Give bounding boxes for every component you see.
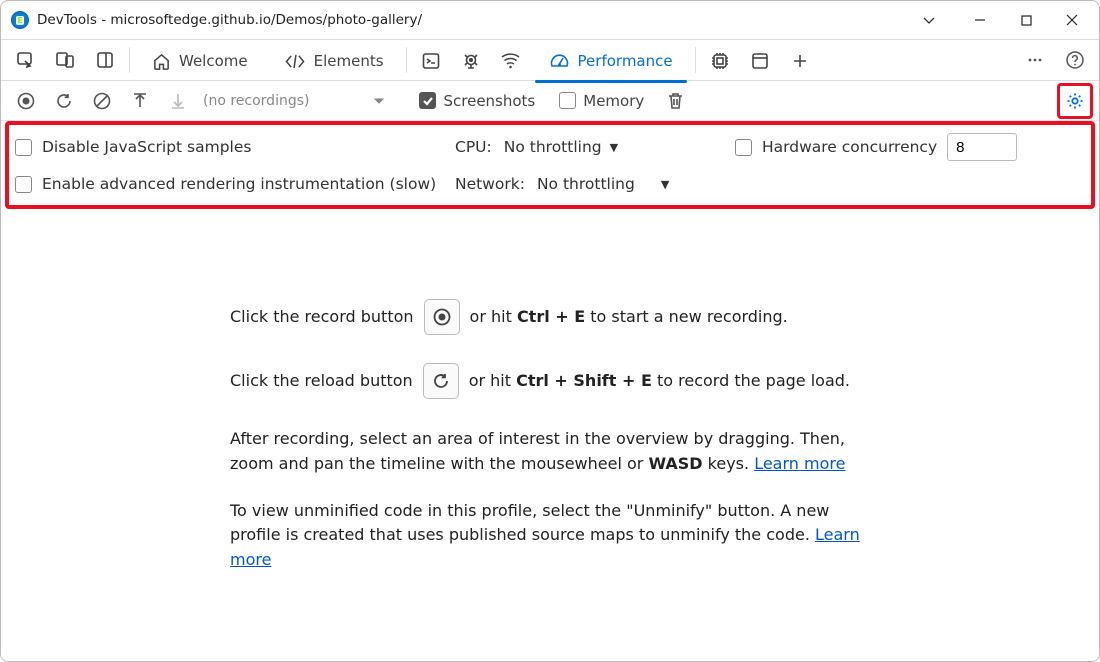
checkbox-unchecked-icon <box>735 139 752 156</box>
titlebar: E DevTools - microsoftedge.github.io/Dem… <box>1 1 1099 39</box>
inspect-icon[interactable] <box>5 39 45 81</box>
tab-welcome[interactable]: Welcome <box>134 40 266 82</box>
window-title: DevTools - microsoftedge.github.io/Demos… <box>37 12 422 28</box>
recordings-dropdown-icon[interactable] <box>373 95 385 107</box>
advanced-rendering-checkbox[interactable]: Enable advanced rendering instrumentatio… <box>15 175 455 193</box>
maximize-button[interactable] <box>1003 4 1049 36</box>
hint-record-icon <box>424 299 460 335</box>
clear-button[interactable] <box>85 84 119 118</box>
disable-js-samples-checkbox[interactable]: Disable JavaScript samples <box>15 138 455 156</box>
performance-landing: Click the record button or hit Ctrl + E … <box>1 209 1099 661</box>
reload-button[interactable] <box>47 84 81 118</box>
hardware-concurrency-checkbox[interactable]: Hardware concurrency <box>735 138 937 156</box>
hint-reload-text-a: Click the reload button <box>230 369 413 394</box>
caret-down-icon: ▼ <box>610 141 618 154</box>
advanced-rendering-label: Enable advanced rendering instrumentatio… <box>42 175 436 193</box>
cpu-label: CPU: <box>455 138 492 156</box>
trash-button[interactable] <box>658 84 692 118</box>
hint-reload-row: Click the reload button or hit Ctrl + Sh… <box>230 363 870 399</box>
network-icon[interactable] <box>491 40 531 82</box>
record-button[interactable] <box>9 84 43 118</box>
checkbox-unchecked-icon <box>559 92 576 109</box>
new-tab-icon[interactable] <box>780 40 820 82</box>
tab-performance-label: Performance <box>578 52 673 70</box>
learn-more-link[interactable]: Learn more <box>754 454 845 473</box>
network-throttling-select[interactable]: Network: No throttling ▼ <box>455 175 735 193</box>
memory-checkbox[interactable]: Memory <box>559 92 644 110</box>
console-icon[interactable] <box>411 40 451 82</box>
download-button[interactable] <box>161 84 195 118</box>
device-toolbar-icon[interactable] <box>45 39 85 81</box>
app-icon: E <box>11 11 29 29</box>
hint-overview-para: After recording, select an area of inter… <box>230 427 870 477</box>
tab-elements-label: Elements <box>314 52 384 70</box>
hint-unminify-para: To view unminified code in this profile,… <box>230 499 870 573</box>
screenshots-checkbox[interactable]: Screenshots <box>419 92 535 110</box>
hint-record-text-a: Click the record button <box>230 305 414 330</box>
tab-elements[interactable]: Elements <box>266 40 402 82</box>
disable-js-samples-label: Disable JavaScript samples <box>42 138 251 156</box>
recordings-selector[interactable]: (no recordings) <box>203 93 309 109</box>
memory-label: Memory <box>583 92 644 110</box>
caret-down-icon: ▼ <box>661 178 669 191</box>
minimize-button[interactable] <box>957 4 1003 36</box>
hint-record-row: Click the record button or hit Ctrl + E … <box>230 299 870 335</box>
hardware-concurrency-label: Hardware concurrency <box>762 138 937 156</box>
capture-settings-panel: Disable JavaScript samples CPU: No throt… <box>5 121 1095 209</box>
screenshots-label: Screenshots <box>443 92 535 110</box>
window-controls <box>957 4 1095 36</box>
hint-reload-text-b: or hit Ctrl + Shift + E to record the pa… <box>469 369 850 394</box>
cpu-value: No throttling <box>504 138 602 156</box>
memory-icon[interactable] <box>700 40 740 82</box>
sources-icon[interactable] <box>451 40 491 82</box>
dock-side-icon[interactable] <box>85 39 125 81</box>
performance-toolbar: (no recordings) Screenshots Memory <box>1 81 1099 121</box>
checkbox-unchecked-icon <box>15 176 32 193</box>
chevron-down-icon[interactable] <box>909 4 949 36</box>
checkbox-checked-icon <box>419 92 436 109</box>
tab-welcome-label: Welcome <box>179 52 248 70</box>
tab-performance[interactable]: Performance <box>531 40 691 82</box>
close-button[interactable] <box>1049 4 1095 36</box>
devtools-window: E DevTools - microsoftedge.github.io/Dem… <box>0 0 1100 662</box>
checkbox-unchecked-icon <box>15 139 32 156</box>
application-icon[interactable] <box>740 40 780 82</box>
network-value: No throttling <box>537 175 635 193</box>
hint-record-text-b: or hit Ctrl + E to start a new recording… <box>470 305 788 330</box>
upload-button[interactable] <box>123 84 157 118</box>
hardware-concurrency-input[interactable] <box>947 133 1017 161</box>
more-icon[interactable] <box>1015 40 1055 80</box>
network-label: Network: <box>455 175 525 193</box>
tab-bar: Welcome Elements Performance <box>1 39 1099 81</box>
hint-reload-icon <box>423 363 459 399</box>
capture-settings-button[interactable] <box>1057 83 1093 119</box>
cpu-throttling-select[interactable]: CPU: No throttling ▼ <box>455 138 735 156</box>
help-icon[interactable] <box>1055 40 1095 80</box>
